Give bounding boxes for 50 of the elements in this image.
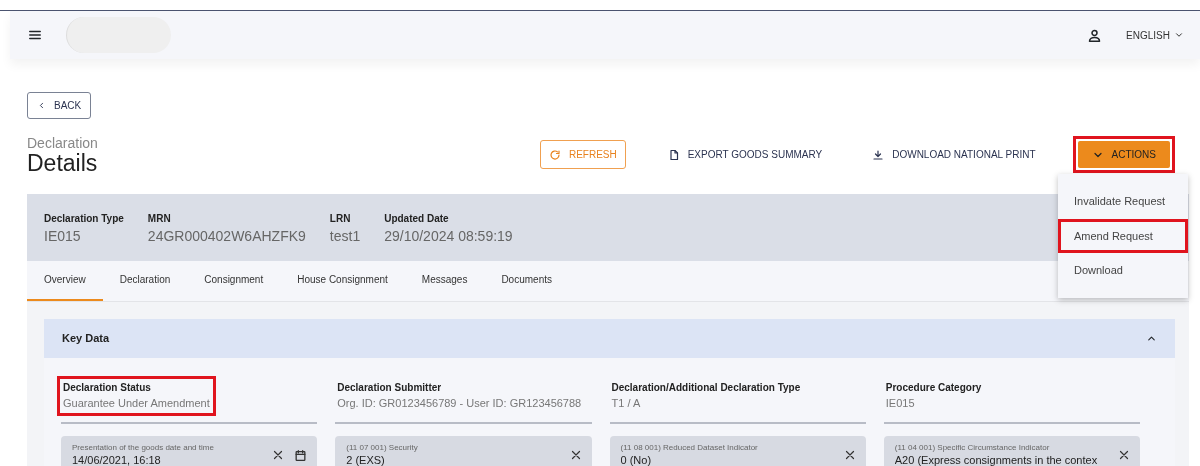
summary-label: MRN [147,212,172,226]
page-subtitle: Declaration [27,136,98,151]
refresh-icon [548,148,561,161]
chevron-down-icon [1174,30,1184,40]
select-field[interactable]: (11 07 001) Security 2 (EXS) [335,435,592,466]
select-field[interactable]: (11 04 001) Specific Circumstance Indicator A20 (Express consignments in the contex [883,435,1140,466]
menu-item[interactable]: Invalidate Request [1062,188,1184,215]
field-label: Procedure Category [885,381,982,395]
tab[interactable]: Consignment [187,261,281,301]
summary-value: 29/10/2024 08:59:19 [384,227,513,246]
select-field[interactable]: (11 08 001) Reduced Dataset Indicator 0 (No) [609,435,866,466]
menu-item[interactable]: Download [1062,257,1184,284]
calendar-icon [294,448,308,462]
close-icon [272,449,285,461]
menu-icon [28,28,42,42]
tab[interactable]: Declaration [102,261,188,301]
actions-dropdown-button[interactable]: ACTIONS [1077,141,1170,168]
summary-label: Updated Date [384,212,450,226]
back-button[interactable]: BACK [27,92,92,119]
field-label: Declaration Status [63,381,152,395]
page-title: Details [27,150,98,178]
field-value: Org. ID: GR0123456789 - User ID: GR123456788 [337,396,582,411]
close-icon [1118,449,1130,461]
field-label: Declaration Submitter [337,381,443,395]
toolbar-button[interactable]: DOWNLOAD NATIONAL PRINT [864,141,1044,168]
date-field[interactable]: Presentation of the goods date and time 14/06/2021, 16:18 [61,435,318,466]
summary-value: 24GR000402W6AHZFK9 [147,227,306,246]
user-icon [1087,27,1103,43]
close-icon [569,449,582,461]
field-value: IE015 [885,396,916,411]
menu-button[interactable] [28,28,42,42]
language-selector[interactable]: ENGLISH [1126,27,1184,43]
tab[interactable]: Messages [404,261,485,301]
summary-value: IE015 [44,227,82,246]
summary-label: LRN [329,212,352,226]
toolbar-button[interactable]: EXPORT GOODS SUMMARY [659,141,831,168]
close-icon [843,449,856,461]
menu-item[interactable]: Amend Request [1062,222,1184,249]
tab[interactable]: Documents [484,261,569,301]
chevron-left-icon [37,101,46,110]
section-title: Key Data [62,331,110,347]
summary-value: test1 [329,227,361,246]
field-value: T1 / A [611,396,642,411]
summary-label: Declaration Type [44,212,124,226]
field-label: Declaration/Additional Declaration Type [611,381,801,395]
field-value: Guarantee Under Amendment [63,396,210,411]
tab[interactable]: House Consignment [280,261,405,301]
document-icon [667,148,680,161]
user-button[interactable] [1087,27,1103,43]
download-icon [872,148,885,161]
